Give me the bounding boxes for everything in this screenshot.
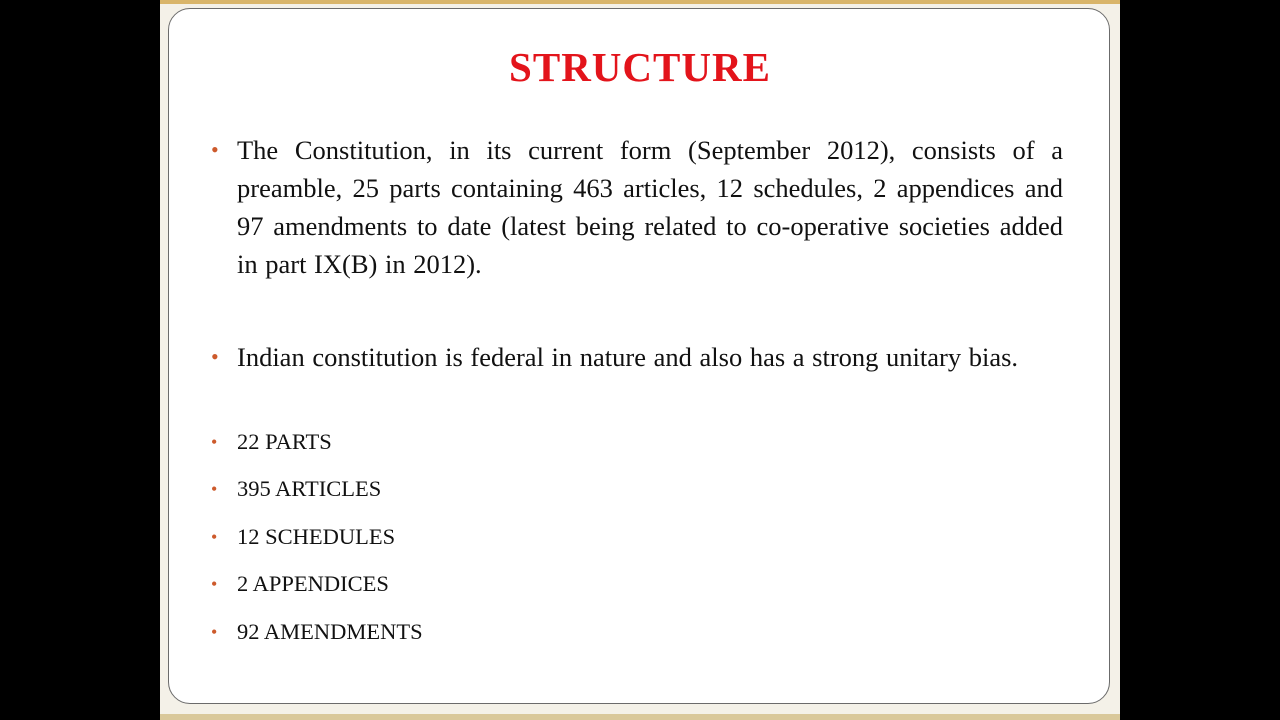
item-text: 92 AMENDMENTS <box>237 619 423 644</box>
slide-top-border <box>160 0 1120 4</box>
paragraph-text: Indian constitution is federal in nature… <box>237 342 1019 372</box>
bullet-icon: • <box>211 527 218 547</box>
bullet-item-appendices: • 2 APPENDICES <box>211 569 1063 599</box>
content-panel: STRUCTURE • The Constitution, in its cur… <box>168 8 1110 704</box>
item-text: 22 PARTS <box>237 429 332 454</box>
bullet-item-amendments: • 92 AMENDMENTS <box>211 617 1063 647</box>
bullet-item-parts: • 22 PARTS <box>211 427 1063 457</box>
bullet-icon: • <box>211 622 218 642</box>
bullet-icon: • <box>211 432 218 452</box>
paragraph-text: The Constitution, in its current form (S… <box>237 135 1063 279</box>
bullet-paragraph-constitution: • The Constitution, in its current form … <box>211 131 1063 283</box>
item-text: 12 SCHEDULES <box>237 524 396 549</box>
bullet-icon: • <box>211 137 219 162</box>
bullet-icon: • <box>211 574 218 594</box>
bullet-item-schedules: • 12 SCHEDULES <box>211 522 1063 552</box>
item-text: 2 APPENDICES <box>237 571 389 596</box>
item-text: 395 ARTICLES <box>237 476 382 501</box>
bullet-icon: • <box>211 479 218 499</box>
slide: STRUCTURE • The Constitution, in its cur… <box>160 0 1120 720</box>
bullet-icon: • <box>211 344 219 369</box>
slide-title: STRUCTURE <box>509 44 771 90</box>
slide-bottom-border <box>160 714 1120 720</box>
bullet-paragraph-federal: • Indian constitution is federal in natu… <box>211 338 1063 376</box>
bullet-item-articles: • 395 ARTICLES <box>211 474 1063 504</box>
